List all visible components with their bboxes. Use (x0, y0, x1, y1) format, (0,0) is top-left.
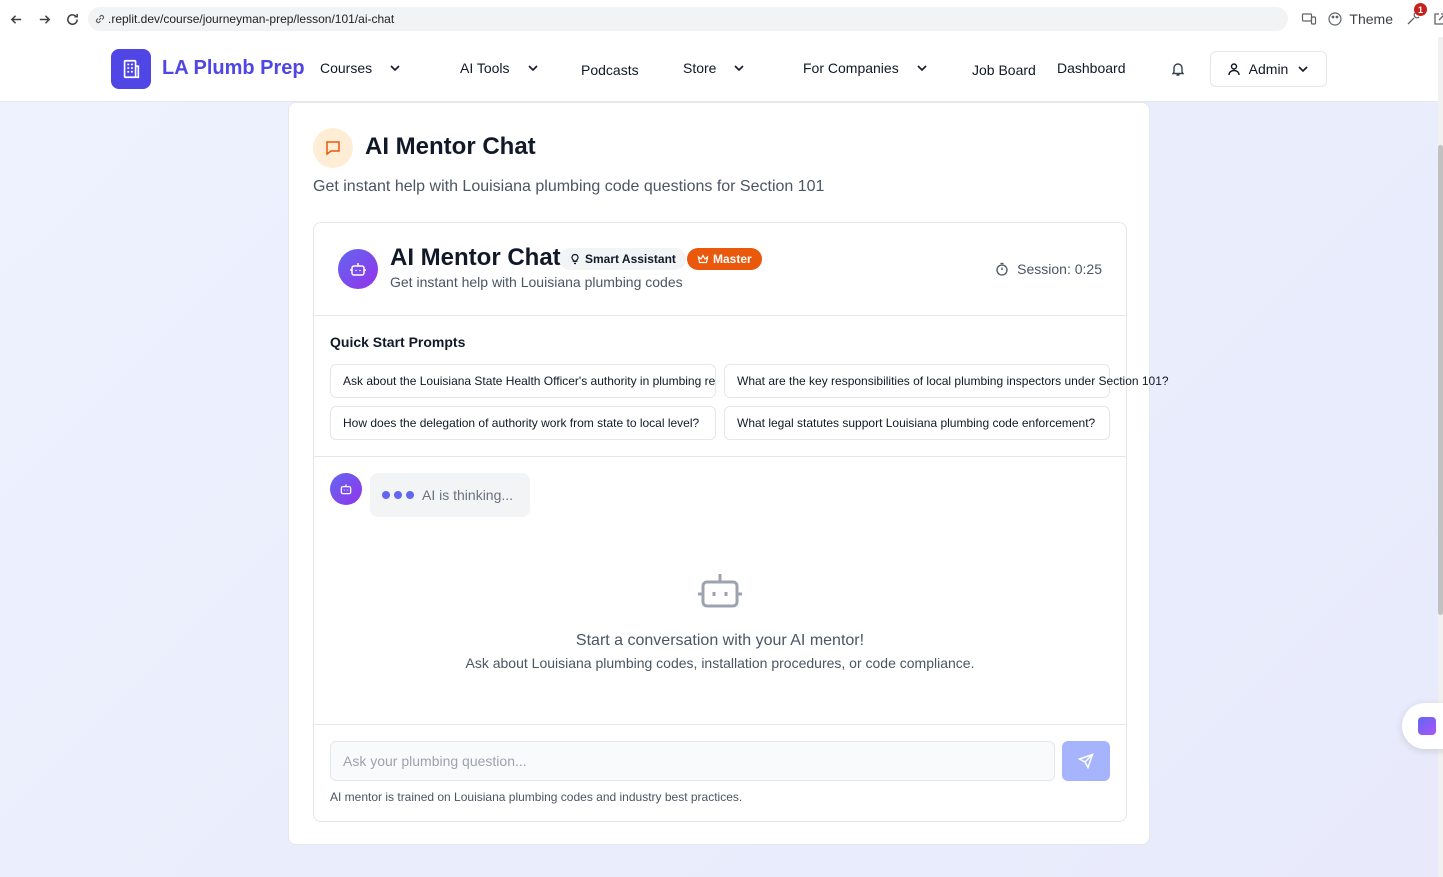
bot-message-avatar-icon (330, 473, 362, 505)
floating-assistant-button[interactable] (1402, 703, 1443, 749)
reload-icon[interactable] (58, 5, 86, 33)
extension-badge: 1 (1414, 3, 1427, 16)
timer-icon (996, 262, 1008, 276)
address-bar[interactable]: .replit.dev/course/journeyman-prep/lesso… (88, 7, 1288, 31)
user-icon (1227, 63, 1240, 76)
session-timer: Session: 0:25 (995, 261, 1102, 277)
divider (314, 724, 1126, 725)
url-path: /course/journeyman-prep/lesson/101/ai-ch… (160, 12, 395, 26)
bell-icon[interactable] (1170, 61, 1186, 77)
typing-dot (394, 491, 402, 499)
nav-job-board-label: Job Board (972, 62, 1036, 78)
nav-for-companies[interactable]: For Companies (803, 60, 929, 76)
ai-chat-card: AI Mentor Chat Get instant help with Lou… (288, 102, 1169, 845)
bot-avatar-icon (338, 249, 378, 289)
quick-prompt-label: What legal statutes support Louisiana pl… (737, 416, 1096, 430)
nav-dashboard[interactable]: Dashboard (1057, 60, 1126, 76)
assistant-widget-icon (1418, 717, 1436, 735)
input-footnote: AI mentor is trained on Louisiana plumbi… (330, 790, 743, 804)
devices-icon[interactable] (1301, 11, 1317, 27)
open-external-icon[interactable] (1433, 12, 1443, 26)
chevron-down-icon (917, 65, 927, 72)
send-icon (1078, 753, 1094, 769)
site-header: LA Plumb Prep Courses AI Tools Podcasts … (0, 37, 1438, 102)
thinking-indicator: AI is thinking... (370, 473, 530, 517)
thinking-text: AI is thinking... (422, 487, 514, 503)
bot-icon (698, 574, 742, 608)
typing-dot (406, 491, 414, 499)
nav-ai-tools-label: AI Tools (460, 60, 510, 76)
nav-store-label: Store (683, 60, 717, 76)
chevron-down-icon (390, 65, 400, 72)
theme-button[interactable]: Theme (1327, 11, 1393, 27)
browser-toolbar: .replit.dev/course/journeyman-prep/lesso… (0, 0, 1443, 37)
nav-store[interactable]: Store (683, 60, 746, 76)
master-badge: Master (687, 248, 762, 270)
scrollbar-thumb[interactable] (1438, 145, 1443, 615)
quick-prompt-button[interactable]: How does the delegation of authority wor… (330, 406, 716, 440)
quick-prompt-button[interactable]: What are the key responsibilities of loc… (724, 364, 1169, 398)
nav-courses-label: Courses (320, 60, 373, 76)
quick-prompt-label: Ask about the Louisiana State Health Off… (343, 374, 716, 388)
extension-button[interactable]: 1 (1403, 3, 1427, 29)
nav-dashboard-label: Dashboard (1057, 60, 1126, 76)
smart-assistant-badge: Smart Assistant (559, 248, 686, 270)
chat-title: AI Mentor Chat (390, 244, 561, 271)
nav-podcasts-label: Podcasts (581, 62, 639, 78)
message-square-icon (313, 128, 353, 168)
typing-dot (382, 491, 390, 499)
divider (314, 456, 1126, 457)
master-label: Master (713, 252, 752, 266)
nav-job-board[interactable]: Job Board (972, 62, 1036, 78)
scrollbar-track[interactable] (1438, 37, 1443, 877)
user-menu-button[interactable]: Admin (1210, 51, 1327, 87)
logo-text[interactable]: LA Plumb Prep (162, 57, 305, 80)
url-prefix: .replit.dev (108, 12, 161, 26)
quick-prompt-label: How does the delegation of authority wor… (343, 416, 700, 430)
empty-state-subtitle: Ask about Louisiana plumbing codes, inst… (465, 655, 975, 671)
divider (314, 315, 1126, 316)
palette-icon (1328, 12, 1343, 26)
empty-state-title: Start a conversation with your AI mentor… (575, 632, 865, 649)
page-title: AI Mentor Chat (365, 133, 536, 160)
lightbulb-icon (571, 253, 579, 265)
user-menu-label: Admin (1248, 61, 1289, 77)
nav-for-companies-label: For Companies (803, 60, 899, 76)
forward-icon[interactable] (30, 5, 58, 33)
quick-start-title: Quick Start Prompts (330, 334, 466, 350)
nav-ai-tools[interactable]: AI Tools (460, 60, 540, 76)
quick-prompt-button[interactable]: Ask about the Louisiana State Health Off… (330, 364, 716, 398)
chevron-down-icon (1298, 66, 1308, 73)
logo-icon[interactable] (111, 49, 151, 89)
back-icon[interactable] (2, 5, 30, 33)
quick-prompt-button[interactable]: What legal statutes support Louisiana pl… (724, 406, 1110, 440)
session-label: Session: 0:25 (1017, 261, 1102, 277)
theme-label: Theme (1349, 11, 1393, 27)
chevron-down-icon (734, 65, 745, 72)
chevron-down-icon (527, 65, 538, 72)
site-info-icon[interactable] (94, 13, 106, 25)
chat-input[interactable] (330, 741, 1055, 781)
send-button[interactable] (1062, 741, 1110, 781)
nav-courses[interactable]: Courses (320, 60, 402, 76)
page-subtitle: Get instant help with Louisiana plumbing… (313, 178, 825, 195)
chat-subtitle: Get instant help with Louisiana plumbing… (390, 274, 683, 290)
quick-prompt-label: What are the key responsibilities of loc… (737, 374, 1169, 388)
smart-assistant-label: Smart Assistant (585, 252, 676, 266)
nav-podcasts[interactable]: Podcasts (581, 62, 639, 78)
chat-panel: AI Mentor Chat Smart Assistant Master Ge… (313, 222, 1169, 822)
crown-icon (697, 254, 709, 264)
